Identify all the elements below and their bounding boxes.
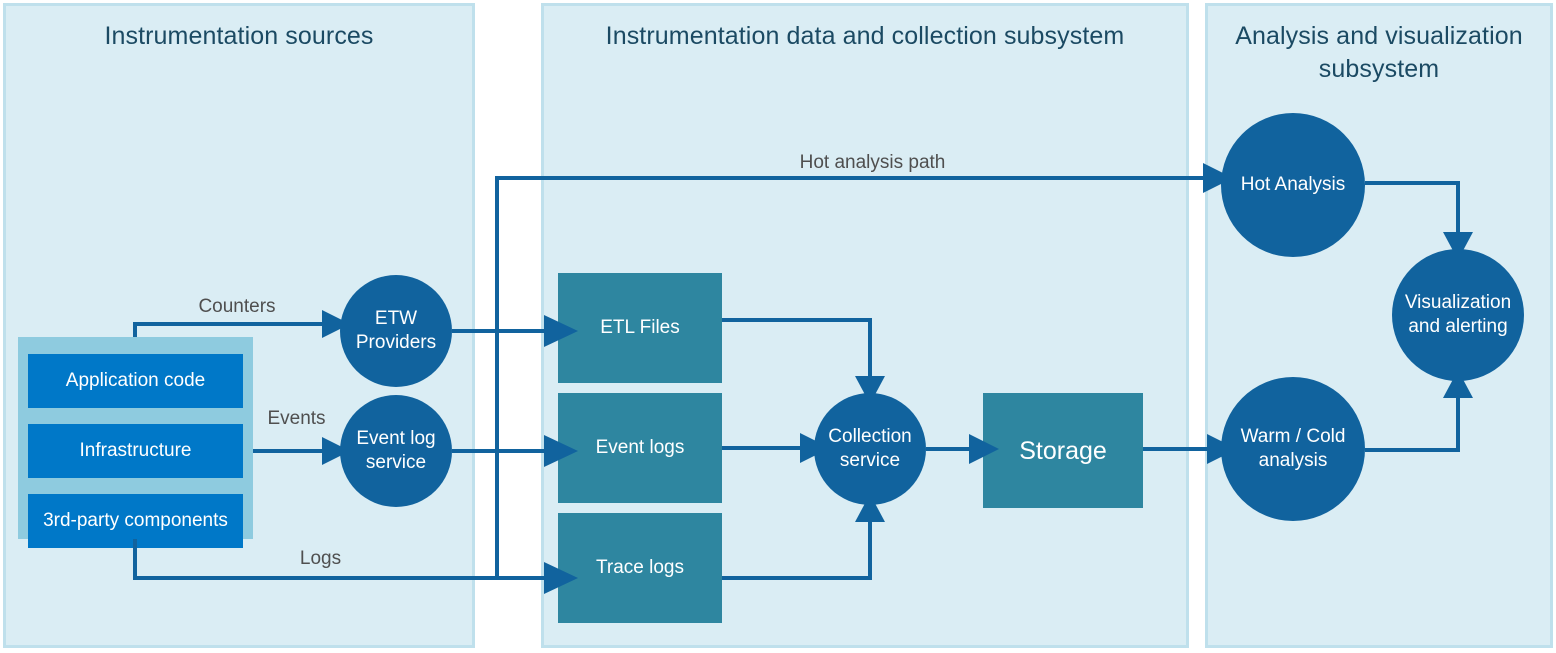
node-hot-analysis[interactable]: Hot Analysis — [1221, 113, 1365, 257]
label-warm-cold-analysis: Warm / Cold analysis — [1240, 426, 1346, 471]
panel-title-analysis: Analysis and visualization subsystem — [1235, 22, 1523, 83]
node-event-logs[interactable]: Event logs — [558, 393, 722, 503]
source-box-infrastructure[interactable]: Infrastructure — [28, 424, 243, 478]
edge-label-counters: Counters — [198, 296, 276, 317]
node-etl-files[interactable]: ETL Files — [558, 273, 722, 383]
label-storage: Storage — [1019, 436, 1107, 465]
edge-label-hot-analysis-path: Hot analysis path — [799, 152, 946, 173]
panel-title-collection: Instrumentation data and collection subs… — [605, 22, 1125, 50]
edge-label-events: Events — [267, 408, 326, 429]
label-etw-providers: ETW Providers — [355, 308, 437, 353]
label-trace-logs: Trace logs — [596, 557, 684, 578]
source-label-application-code: Application code — [65, 370, 206, 391]
label-event-logs: Event logs — [595, 437, 685, 458]
source-box-application-code[interactable]: Application code — [28, 354, 243, 408]
node-warm-cold-analysis[interactable]: Warm / Cold analysis — [1221, 377, 1365, 521]
source-box-3rd-party-components[interactable]: 3rd-party components — [28, 494, 243, 548]
panel-title-sources: Instrumentation sources — [104, 22, 374, 50]
node-trace-logs[interactable]: Trace logs — [558, 513, 722, 623]
node-etw-providers[interactable]: ETW Providers — [340, 275, 452, 387]
node-visualization-and-alerting[interactable]: Visualization and alerting — [1392, 249, 1524, 381]
label-etl-files: ETL Files — [600, 317, 680, 338]
edge-label-logs: Logs — [299, 548, 342, 569]
source-label-infrastructure: Infrastructure — [79, 440, 192, 461]
label-visualization-and-alerting: Visualization and alerting — [1404, 292, 1512, 337]
node-collection-service[interactable]: Collection service — [814, 393, 926, 505]
source-label-3rd-party-components: 3rd-party components — [43, 510, 228, 531]
label-event-log-service: Event log service — [356, 428, 436, 473]
label-hot-analysis: Hot Analysis — [1240, 174, 1346, 195]
diagram-canvas: Instrumentation sources Instrumentation … — [0, 0, 1556, 653]
label-collection-service: Collection service — [828, 426, 912, 471]
node-storage[interactable]: Storage — [983, 393, 1143, 508]
